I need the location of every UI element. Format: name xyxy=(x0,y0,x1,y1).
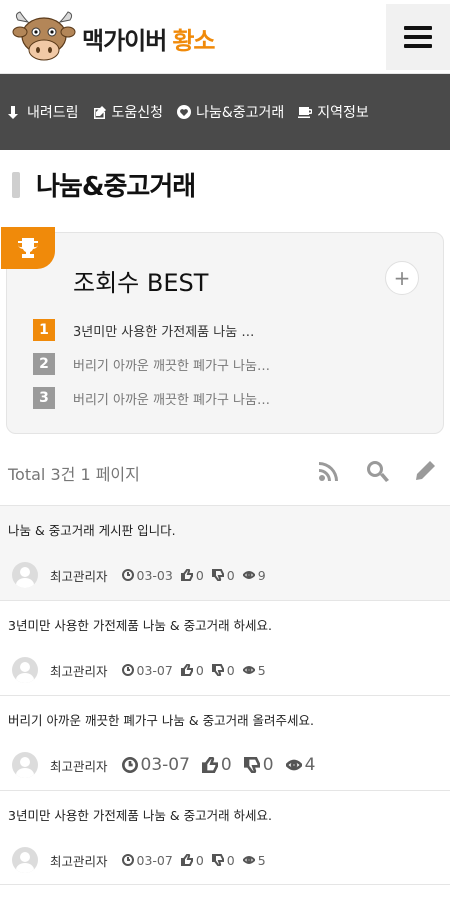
trophy-icon xyxy=(1,227,55,269)
nav-item-label: 내려드림 xyxy=(27,105,79,121)
thumbs-up-icon xyxy=(180,854,193,866)
list-item[interactable]: 3년미만 사용한 가전제품 나눔 & 중고거래 하세요. 최고관리자 03-07… xyxy=(0,790,450,885)
post-date: 03-07 xyxy=(121,663,173,678)
edit-icon xyxy=(93,106,106,119)
thumbs-down-icon xyxy=(211,569,224,581)
best-title: 조회수 BEST xyxy=(73,269,209,297)
post-meta: 최고관리자 03-07 0 0 4 xyxy=(12,752,327,778)
page-title: 나눔&중고거래 xyxy=(12,166,196,203)
cow-logo-icon xyxy=(12,11,76,61)
pencil-icon[interactable] xyxy=(412,458,438,484)
post-views: 5 xyxy=(242,663,266,678)
post-list: 나눔 & 중고거래 게시판 입니다. 최고관리자 03-03 0 0 9 3년미… xyxy=(0,505,450,885)
hamburger-icon xyxy=(404,26,432,30)
best-item-text: 3년미만 사용한 가전제품 나눔 … xyxy=(73,324,255,340)
rss-icon[interactable] xyxy=(316,458,342,484)
post-date: 03-07 xyxy=(121,755,190,775)
post-views: 5 xyxy=(242,853,266,868)
nav-item-local-info[interactable]: 지역정보 xyxy=(298,102,369,122)
thumbs-up-icon xyxy=(180,664,193,676)
post-dislikes: 0 xyxy=(211,663,235,678)
post-likes: 0 xyxy=(180,663,204,678)
clock-icon xyxy=(121,757,138,773)
rank-badge: 1 xyxy=(33,319,55,341)
avatar xyxy=(12,562,38,588)
post-likes: 0 xyxy=(201,755,232,775)
post-author: 최고관리자 xyxy=(50,758,108,774)
post-meta: 최고관리자 03-07 0 0 5 xyxy=(12,847,274,873)
avatar xyxy=(12,657,38,683)
post-meta: 최고관리자 03-03 0 0 9 xyxy=(12,562,274,588)
post-dislikes: 0 xyxy=(211,853,235,868)
coffee-icon xyxy=(298,107,313,118)
clock-icon xyxy=(121,569,134,581)
site-header: 맥가이버 황소 xyxy=(0,0,450,74)
hamburger-menu-button[interactable] xyxy=(386,4,450,70)
thumbs-up-icon xyxy=(180,569,193,581)
nav-item-label: 나눔&중고거래 xyxy=(196,105,285,121)
best-item-text: 버리기 아까운 깨끗한 폐가구 나눔… xyxy=(73,358,270,374)
nav-item-label: 지역정보 xyxy=(317,105,369,121)
page-title-text: 나눔&중고거래 xyxy=(36,172,196,202)
best-item[interactable]: 1 3년미만 사용한 가전제품 나눔 … xyxy=(33,313,270,347)
toolbar-icons xyxy=(316,458,438,484)
post-author: 최고관리자 xyxy=(50,853,108,869)
post-dislikes: 0 xyxy=(211,568,235,583)
best-item[interactable]: 2 버리기 아까운 깨끗한 폐가구 나눔… xyxy=(33,347,270,381)
best-item[interactable]: 3 버리기 아까운 깨끗한 폐가구 나눔… xyxy=(33,381,270,415)
post-title[interactable]: 버리기 아까운 깨끗한 폐가구 나눔 & 중고거래 올려주세요. xyxy=(8,710,442,729)
post-views: 9 xyxy=(242,568,266,583)
brand-orange-text: 황소 xyxy=(172,26,215,55)
thumbs-up-icon xyxy=(201,757,218,773)
nav-item-download[interactable]: 내려드림 xyxy=(8,102,79,122)
thumbs-down-icon xyxy=(243,757,260,773)
more-plus-button[interactable]: + xyxy=(385,261,419,295)
heart-icon xyxy=(177,105,192,119)
brand-dark-text: 맥가이버 xyxy=(82,26,167,55)
clock-icon xyxy=(121,854,134,866)
post-date: 03-03 xyxy=(121,568,173,583)
post-date: 03-07 xyxy=(121,853,173,868)
title-accent-bar xyxy=(12,171,20,198)
post-likes: 0 xyxy=(180,568,204,583)
post-title[interactable]: 나눔 & 중고거래 게시판 입니다. xyxy=(8,520,442,539)
category-nav: 내려드림 도움신청 나눔&중고거래 지역정보 xyxy=(0,74,450,150)
download-arrow-icon xyxy=(8,106,18,119)
post-title[interactable]: 3년미만 사용한 가전제품 나눔 & 중고거래 하세요. xyxy=(8,805,442,824)
best-item-text: 버리기 아까운 깨끗한 폐가구 나눔… xyxy=(73,392,270,408)
brand-name: 맥가이버 황소 xyxy=(82,21,216,56)
post-likes: 0 xyxy=(180,853,204,868)
best-list: 1 3년미만 사용한 가전제품 나눔 … 2 버리기 아까운 깨끗한 폐가구 나… xyxy=(33,313,270,415)
best-views-panel: 조회수 BEST + 1 3년미만 사용한 가전제품 나눔 … 2 버리기 아까… xyxy=(1,227,444,434)
eye-icon xyxy=(242,856,255,864)
post-author: 최고관리자 xyxy=(50,568,108,584)
list-item[interactable]: 3년미만 사용한 가전제품 나눔 & 중고거래 하세요. 최고관리자 03-07… xyxy=(0,600,450,695)
thumbs-down-icon xyxy=(211,664,224,676)
rank-badge: 3 xyxy=(33,387,55,409)
board-toolbar: Total 3건 1 페이지 xyxy=(8,456,442,490)
search-icon[interactable] xyxy=(364,458,390,484)
post-views: 4 xyxy=(285,755,315,775)
nav-item-label: 도움신청 xyxy=(111,105,164,121)
nav-item-sharing[interactable]: 나눔&중고거래 xyxy=(177,102,284,122)
site-logo[interactable]: 맥가이버 황소 xyxy=(12,10,216,66)
list-item[interactable]: 버리기 아까운 깨끗한 폐가구 나눔 & 중고거래 올려주세요. 최고관리자 0… xyxy=(0,695,450,790)
post-meta: 최고관리자 03-07 0 0 5 xyxy=(12,657,274,683)
total-count-text: Total 3건 1 페이지 xyxy=(8,465,140,484)
post-title[interactable]: 3년미만 사용한 가전제품 나눔 & 중고거래 하세요. xyxy=(8,615,442,634)
post-author: 최고관리자 xyxy=(50,663,108,679)
nav-item-help-request[interactable]: 도움신청 xyxy=(93,102,164,122)
clock-icon xyxy=(121,664,134,676)
thumbs-down-icon xyxy=(211,854,224,866)
avatar xyxy=(12,752,38,778)
avatar xyxy=(12,847,38,873)
post-dislikes: 0 xyxy=(243,755,274,775)
eye-icon xyxy=(285,759,302,771)
eye-icon xyxy=(242,666,255,674)
list-item[interactable]: 나눔 & 중고거래 게시판 입니다. 최고관리자 03-03 0 0 9 xyxy=(0,505,450,600)
eye-icon xyxy=(242,571,255,579)
rank-badge: 2 xyxy=(33,353,55,375)
